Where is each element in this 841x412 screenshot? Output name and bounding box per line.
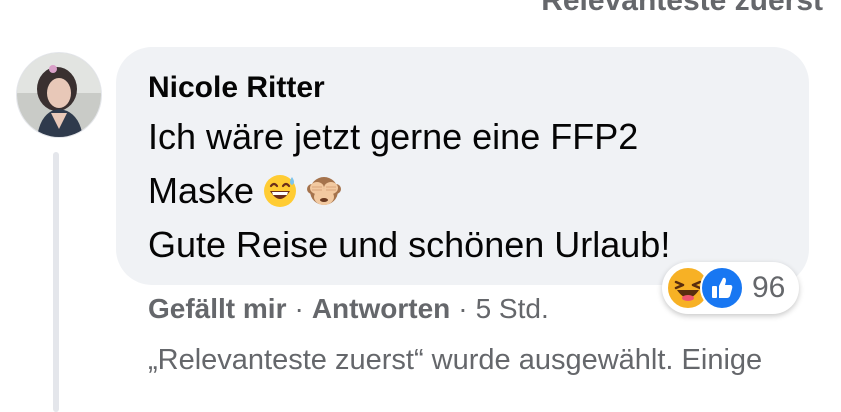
separator: ·: [458, 293, 468, 324]
comment-text-line-2: Maske: [148, 170, 342, 212]
sort-notice-text: „Relevanteste zuerst“ wurde ausgewählt. …: [148, 344, 763, 376]
reply-thread-line: [53, 152, 59, 412]
comment-author[interactable]: Nicole Ritter: [148, 71, 325, 105]
comment-text-line-1: Ich wäre jetzt gerne eine FFP2: [148, 116, 639, 157]
sort-order-dropdown[interactable]: Relevanteste zuerst: [541, 0, 823, 18]
like-reaction-icon: [700, 266, 744, 310]
comment-text-line-2-text: Maske: [148, 170, 255, 211]
reply-button[interactable]: Antworten: [312, 293, 450, 325]
reactions-summary[interactable]: 96: [662, 262, 800, 314]
avatar[interactable]: [16, 52, 102, 138]
profile-photo-icon: [17, 53, 101, 137]
reaction-count: 96: [752, 271, 786, 304]
comment-actions: Gefällt mir · Antworten · 5 Std.: [148, 293, 549, 325]
like-button[interactable]: Gefällt mir: [148, 293, 286, 325]
grinning-sweat-emoji-icon: [264, 175, 297, 207]
see-no-evil-monkey-emoji-icon: [307, 177, 342, 205]
comment-text-line-3: Gute Reise und schönen Urlaub!: [148, 224, 671, 265]
comment-timestamp[interactable]: 5 Std.: [476, 293, 549, 325]
separator: ·: [294, 293, 304, 324]
